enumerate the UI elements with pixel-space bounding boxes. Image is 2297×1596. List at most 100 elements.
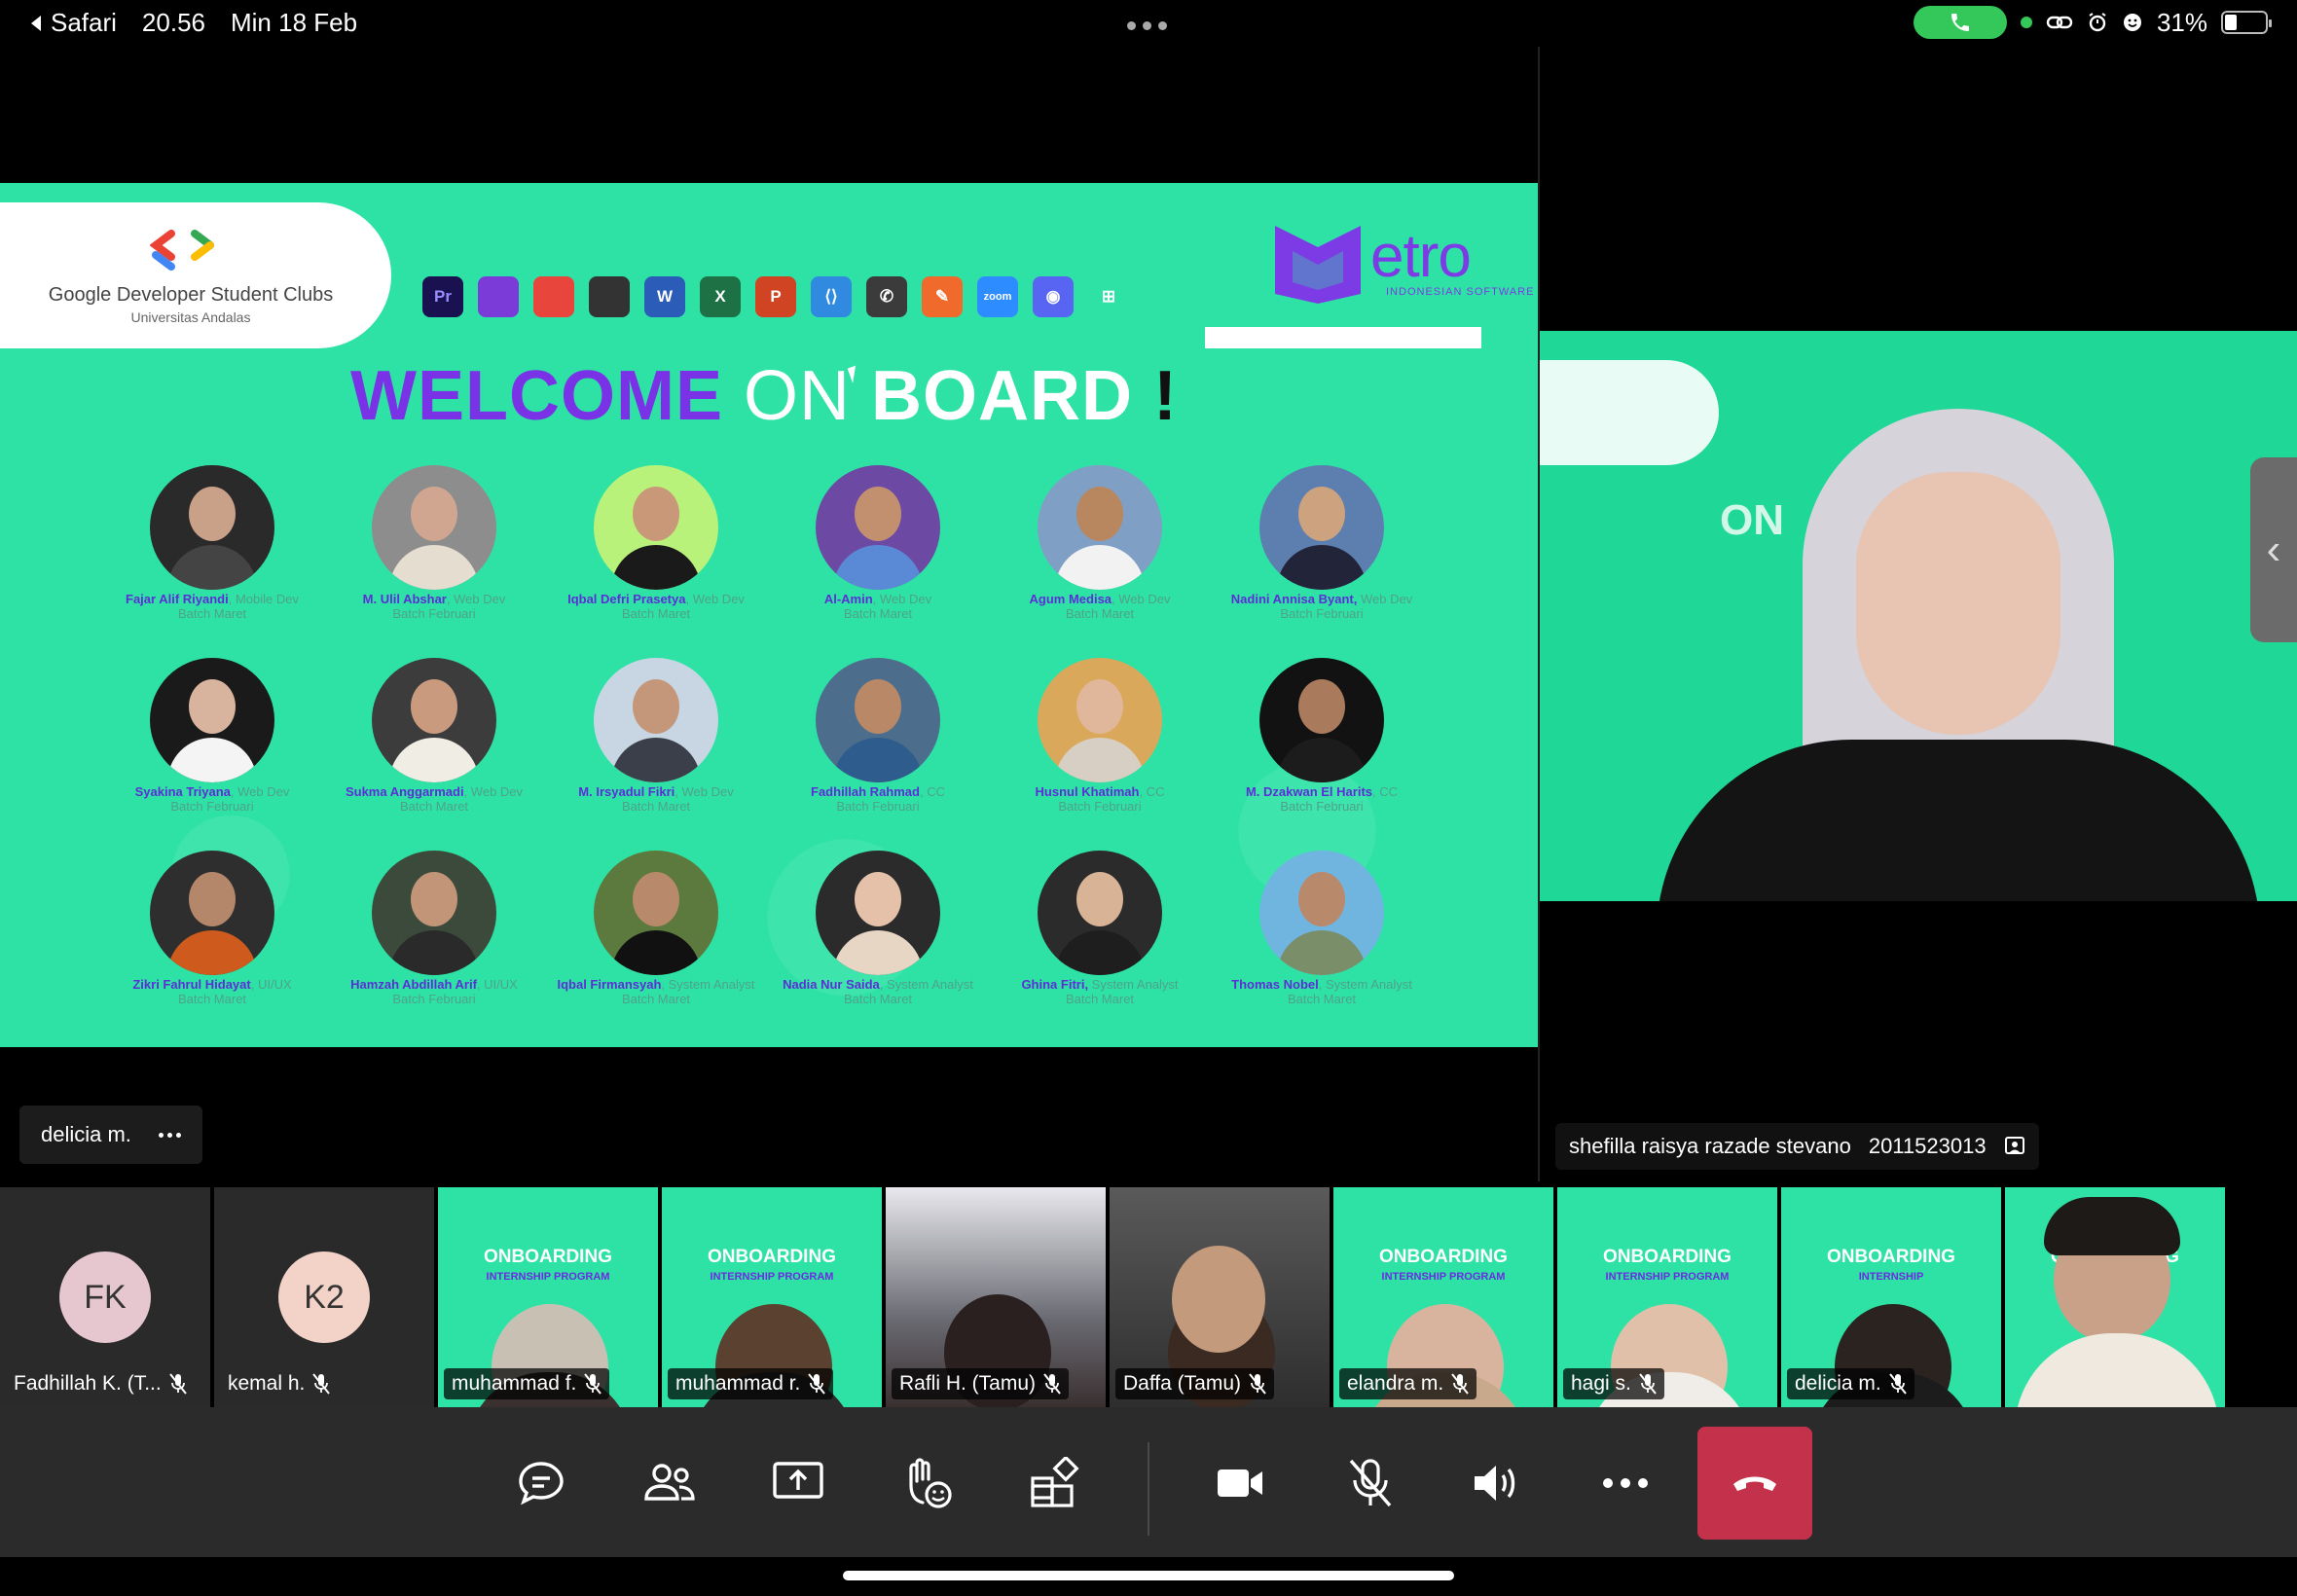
- participant-tile[interactable]: K2 kemal h.: [214, 1187, 434, 1407]
- member-card: M. Irsyadul Fikri, Web Dev Batch Maret: [544, 658, 768, 814]
- member-photo: [150, 851, 274, 975]
- member-name-line: Agum Medisa, Web Dev: [988, 592, 1212, 606]
- share-screen-button[interactable]: [769, 1456, 827, 1510]
- welcome-word-3: BOARD: [871, 357, 1133, 435]
- participant-tile[interactable]: ONBOARDING: [2005, 1187, 2225, 1407]
- member-photo: [372, 658, 496, 782]
- metro-underline-bar: [1205, 327, 1481, 348]
- focus-mode-icon: [2123, 14, 2141, 31]
- participant-tile[interactable]: ONBOARDING INTERNSHIP delicia m.: [1781, 1187, 2001, 1407]
- metro-subtitle: INDONESIAN SOFTWARE: [1386, 286, 1535, 298]
- member-role: , Mobile Dev: [228, 592, 299, 606]
- member-card: Fajar Alif Riyandi, Mobile Dev Batch Mare…: [100, 465, 324, 621]
- member-card: Nadini Annisa Byant, Web Dev Batch Februa…: [1210, 465, 1434, 621]
- back-arrow-icon: [31, 15, 41, 31]
- member-name: Fajar Alif Riyandi: [126, 592, 229, 606]
- participant-tile[interactable]: Rafli H. (Tamu): [886, 1187, 1106, 1407]
- zoom-icon: zoom: [977, 276, 1018, 317]
- speaker-video[interactable]: ON: [1540, 331, 2297, 901]
- member-name: Syakina Triyana: [134, 784, 231, 799]
- presenter-icon: [2004, 1137, 2024, 1154]
- welcome-word-1: WELCOME: [350, 357, 723, 435]
- member-name: Iqbal Firmansyah: [557, 977, 662, 992]
- shared-screen[interactable]: Google Developer Student Clubs Universit…: [0, 183, 1538, 1047]
- participant-name-label: hagi s.: [1563, 1368, 1664, 1399]
- member-name-line: Ghina Fitri, System Analyst: [988, 977, 1212, 992]
- member-name-line: M. Irsyadul Fikri, Web Dev: [544, 784, 768, 799]
- member-role: , Web Dev: [685, 592, 745, 606]
- more-icon: [1603, 1478, 1648, 1488]
- member-batch: Batch Februari: [392, 992, 476, 1006]
- status-bar: Safari 20.56 Min 18 Feb 31%: [0, 0, 2297, 47]
- end-call-button[interactable]: [1697, 1427, 1812, 1540]
- speaker-id: 2011523013: [1868, 1134, 1987, 1158]
- toolbar-divider: [1148, 1442, 1149, 1536]
- participant-strip: FK Fadhillah K. (T... K2 kemal h. ONBOARDING…: [0, 1187, 2297, 1407]
- participants-button[interactable]: [640, 1456, 699, 1510]
- powerpoint-icon: P: [755, 276, 796, 317]
- member-photo: [594, 658, 718, 782]
- status-time: 20.56: [141, 8, 205, 37]
- member-card: Hamzah Abdillah Arif, UI/UX Batch Februar…: [322, 851, 546, 1006]
- member-card: Agum Medisa, Web Dev Batch Maret: [988, 465, 1212, 621]
- more-button[interactable]: [1596, 1456, 1655, 1510]
- member-role: , System Analyst: [1318, 977, 1412, 992]
- participant-tile[interactable]: Daffa (Tamu): [1110, 1187, 1330, 1407]
- member-name: Nadini Annisa Byant,: [1230, 592, 1358, 606]
- member-card: Fadhillah Rahmad, CC Batch Februari: [766, 658, 990, 814]
- multitask-dots-icon[interactable]: [1127, 21, 1167, 30]
- participant-name-label: delicia m.: [1787, 1368, 1914, 1399]
- member-name: Agum Medisa: [1029, 592, 1112, 606]
- back-to-app-button[interactable]: Safari: [29, 8, 117, 38]
- camera-button[interactable]: [1211, 1456, 1269, 1510]
- active-call-pill[interactable]: [1913, 6, 2007, 39]
- link-icon: [2046, 16, 2073, 29]
- member-name: M. Dzakwan El Harits: [1245, 784, 1373, 799]
- speaker-button[interactable]: [1468, 1456, 1526, 1510]
- metro-logo-icon: [1275, 226, 1361, 304]
- member-role: , System Analyst: [879, 977, 973, 992]
- member-photo: [594, 465, 718, 590]
- back-app-label: Safari: [51, 8, 117, 37]
- meeting-toolbar: [0, 1407, 2297, 1557]
- premiere-icon: Pr: [422, 276, 463, 317]
- speaker-background-text: ON: [1720, 496, 1784, 544]
- member-card: Al-Amin, Web Dev Batch Maret: [766, 465, 990, 621]
- chevron-left-icon[interactable]: ‹: [2250, 457, 2297, 642]
- member-name-line: Syakina Triyana, Web Dev: [100, 784, 324, 799]
- mute-button[interactable]: [1341, 1456, 1400, 1510]
- member-card: Iqbal Defri Prasetya, Web Dev Batch Maret: [544, 465, 768, 621]
- raise-hand-button[interactable]: [897, 1456, 956, 1510]
- member-name: M. Ulil Abshar: [362, 592, 447, 606]
- discord-icon: ◉: [1033, 276, 1074, 317]
- participant-tile[interactable]: ONBOARDING INTERNSHIP PROGRAM muhammad f.: [438, 1187, 658, 1407]
- chat-button[interactable]: [512, 1456, 570, 1510]
- member-role: , Web Dev: [675, 784, 734, 799]
- member-photo: [1259, 465, 1384, 590]
- member-name-line: Fadhillah Rahmad, CC: [766, 784, 990, 799]
- gdsc-logo-icon: [150, 230, 214, 271]
- onboarding-banner: ONBOARDING INTERNSHIP: [1827, 1247, 1955, 1284]
- welcome-heading: WELCOME ON BOARD !: [350, 356, 1178, 436]
- member-batch: Batch Februari: [1280, 799, 1364, 814]
- home-indicator[interactable]: [843, 1571, 1454, 1580]
- onboarding-banner: ONBOARDING INTERNSHIP PROGRAM: [484, 1247, 612, 1284]
- presenter-label[interactable]: delicia m.: [19, 1106, 202, 1164]
- member-name: Nadia Nur Saida: [783, 977, 880, 992]
- participant-tile[interactable]: FK Fadhillah K. (T...: [0, 1187, 210, 1407]
- more-options-icon[interactable]: [158, 1132, 181, 1138]
- participant-tile[interactable]: ONBOARDING INTERNSHIP PROGRAM elandra m.: [1333, 1187, 1553, 1407]
- gdsc-subtitle: Universitas Andalas: [130, 309, 251, 325]
- tool-icons-row: Pr W X P ⟨⟩ ✆ ✎ zoom ◉ ⊞: [422, 276, 1129, 317]
- member-photo: [1259, 658, 1384, 782]
- member-card: Ghina Fitri, System Analyst Batch Maret: [988, 851, 1212, 1006]
- mic-off-icon: [1349, 1459, 1392, 1507]
- member-name-line: Iqbal Firmansyah, System Analyst: [544, 977, 768, 992]
- participant-tile[interactable]: ONBOARDING INTERNSHIP PROGRAM hagi s.: [1557, 1187, 1777, 1407]
- apps-button[interactable]: [1026, 1456, 1084, 1510]
- participant-tile[interactable]: ONBOARDING INTERNSHIP PROGRAM muhammad r.: [662, 1187, 882, 1407]
- member-batch: Batch Februari: [836, 799, 920, 814]
- word-icon: W: [644, 276, 685, 317]
- member-batch: Batch Maret: [843, 606, 913, 621]
- member-name: Fadhillah Rahmad: [811, 784, 920, 799]
